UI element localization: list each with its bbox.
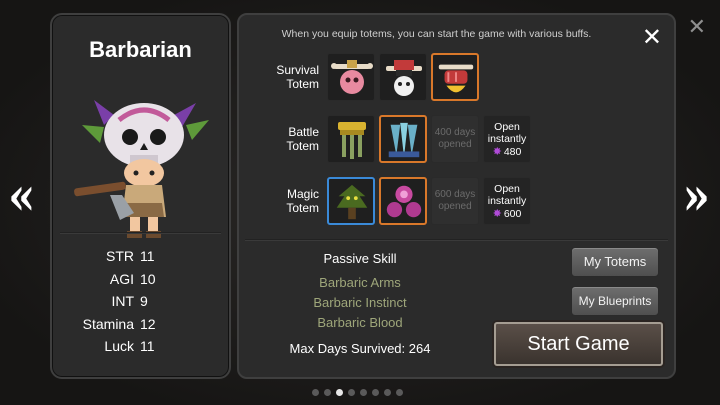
page-dot[interactable]: [372, 389, 379, 396]
battle-open-instantly-button[interactable]: Open instantly ✸ 480: [483, 115, 531, 163]
passive-skill-item: Barbaric Blood: [317, 315, 403, 330]
my-totems-button[interactable]: My Totems: [571, 247, 659, 277]
gem-price: ✸ 480: [493, 146, 522, 158]
page-dot[interactable]: [312, 389, 319, 396]
previous-character-arrow-icon[interactable]: «: [8, 170, 36, 224]
bone-skull-cap-totem-icon: [386, 60, 422, 96]
stat-name: AGI: [109, 270, 134, 287]
stat-name: STR: [106, 248, 134, 264]
page-dot[interactable]: [384, 389, 391, 396]
battle-totem-locked-slot: 400 days opened: [431, 115, 479, 163]
panel-divider: [245, 239, 668, 240]
meat-totem-icon: [438, 64, 474, 93]
locked-text: opened: [438, 201, 472, 212]
passive-skill-item: Barbaric Arms: [319, 275, 401, 290]
tree-totem-icon: [336, 184, 368, 220]
gem-price: ✸ 600: [493, 208, 522, 220]
magic-totem-slot-1[interactable]: [327, 177, 375, 225]
open-text: Open: [494, 120, 520, 133]
stats-list: STR 11 AGI 10 INT 9 Stamina 12 Luck 11: [52, 248, 229, 361]
magic-open-instantly-button[interactable]: Open instantly ✸ 600: [483, 177, 531, 225]
open-text: instantly: [487, 194, 527, 207]
totem-panel: When you equip totems, you can start the…: [237, 13, 676, 379]
stat-value: 9: [140, 293, 148, 309]
sword-totem-icon: [338, 122, 366, 159]
passive-skill-item: Barbaric Instinct: [313, 295, 407, 310]
panel-divider: [60, 232, 221, 233]
open-text: instantly: [487, 132, 527, 145]
stat-row-luck: Luck 11: [52, 338, 229, 361]
label-line: Magic: [286, 187, 319, 201]
label-line: Totem: [286, 139, 319, 153]
stat-name: Luck: [104, 338, 134, 354]
close-icon[interactable]: ✕: [642, 23, 662, 52]
label-line: Totem: [286, 77, 319, 91]
start-game-button[interactable]: Start Game: [494, 322, 663, 366]
background-close-icon: ✕: [687, 14, 706, 39]
character-panel: Barbarian STR 11 AGI 10 INT 9 Stamina 12…: [50, 13, 231, 379]
bone-skull-totem-icon: [331, 60, 373, 94]
page-indicator: [312, 389, 403, 396]
price-value: 600: [503, 207, 522, 220]
price-value: 480: [503, 145, 522, 158]
barbarian-portrait: [74, 100, 209, 238]
stat-row-int: INT 9: [52, 293, 229, 316]
page-dot[interactable]: [360, 389, 367, 396]
stat-value: 11: [140, 248, 155, 264]
locked-text: opened: [438, 139, 472, 150]
max-days-survived: Max Days Survived: 264: [289, 341, 431, 356]
character-name: Barbarian: [89, 37, 192, 62]
stat-value: 10: [140, 270, 156, 287]
locked-text: 400 days: [434, 127, 476, 138]
open-text: Open: [494, 182, 520, 195]
page-dot-active[interactable]: [336, 389, 343, 396]
battle-totem-row: Battle Totem 400 days opened Open instan…: [249, 113, 535, 165]
stat-value: 12: [140, 315, 156, 332]
gem-icon: ✸: [492, 145, 502, 158]
stat-name: INT: [111, 293, 134, 309]
magic-totem-row: Magic Totem 600 days opened Open instant…: [249, 175, 535, 227]
stat-name: Stamina: [82, 315, 134, 332]
survival-totem-row: Survival Totem: [249, 51, 483, 103]
stat-row-str: STR 11: [52, 248, 229, 271]
magic-totem-locked-slot: 600 days opened: [431, 177, 479, 225]
battle-totem-label: Battle Totem: [249, 125, 319, 153]
totem-hint: When you equip totems, you can start the…: [281, 28, 592, 40]
page-dot[interactable]: [324, 389, 331, 396]
orb-totem-icon: [386, 185, 422, 218]
stat-row-agi: AGI 10: [52, 271, 229, 294]
stat-value: 11: [140, 338, 155, 354]
page-dot[interactable]: [396, 389, 403, 396]
passive-skill-title: Passive Skill: [323, 251, 397, 266]
survival-totem-slot-1[interactable]: [327, 53, 375, 101]
survival-totem-label: Survival Totem: [249, 63, 319, 91]
survival-totem-slot-2[interactable]: [379, 53, 427, 101]
magic-totem-label: Magic Totem: [249, 187, 319, 215]
stat-row-stamina: Stamina 12: [52, 316, 229, 339]
my-blueprints-button[interactable]: My Blueprints: [571, 286, 659, 316]
survival-totem-slot-3[interactable]: [431, 53, 479, 101]
label-line: Totem: [286, 201, 319, 215]
battle-totem-slot-2[interactable]: [379, 115, 427, 163]
magic-totem-slot-2[interactable]: [379, 177, 427, 225]
next-character-arrow-icon[interactable]: »: [683, 170, 711, 224]
label-line: Survival: [276, 63, 319, 77]
label-line: Battle: [288, 125, 319, 139]
crystal-totem-icon: [388, 122, 420, 158]
locked-text: 600 days: [434, 189, 476, 200]
page-dot[interactable]: [348, 389, 355, 396]
battle-totem-slot-1[interactable]: [327, 115, 375, 163]
gem-icon: ✸: [492, 207, 502, 220]
